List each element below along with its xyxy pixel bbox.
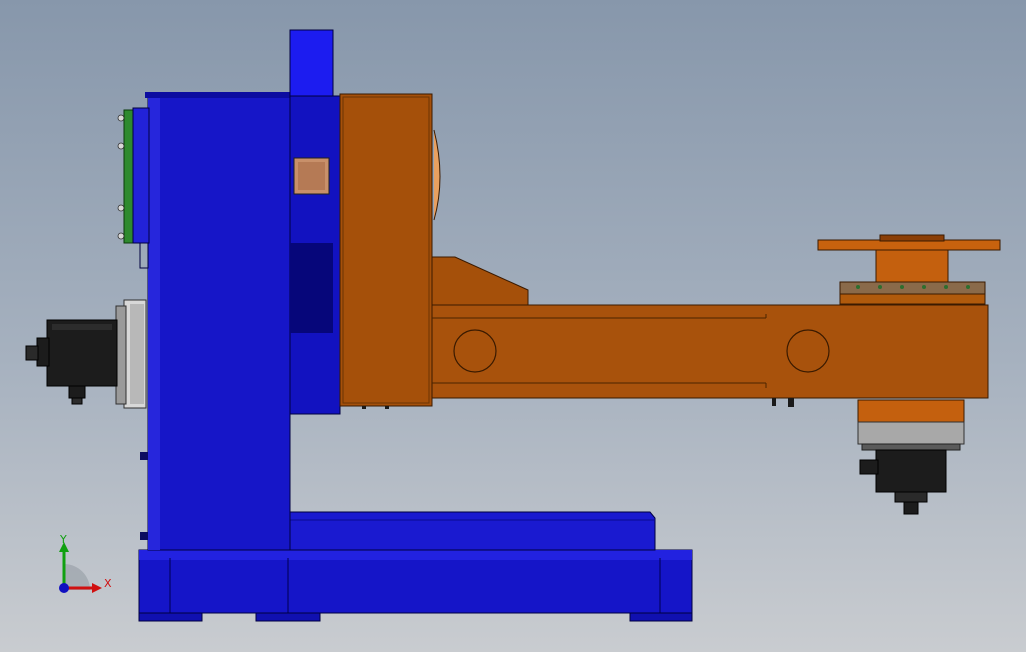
rotary-table <box>817 234 1001 305</box>
left-servo-motor <box>25 299 147 409</box>
y-axis-label: Y <box>59 533 67 546</box>
upper-flange <box>117 107 150 269</box>
z-axis-dot <box>59 583 69 593</box>
right-servo-motor <box>857 399 965 515</box>
coordinate-triad: Y X <box>59 533 112 593</box>
cad-viewport[interactable]: Y X <box>0 0 1026 652</box>
robot-positioner-model[interactable]: Y X <box>0 0 1026 652</box>
x-axis-label: X <box>104 577 112 590</box>
